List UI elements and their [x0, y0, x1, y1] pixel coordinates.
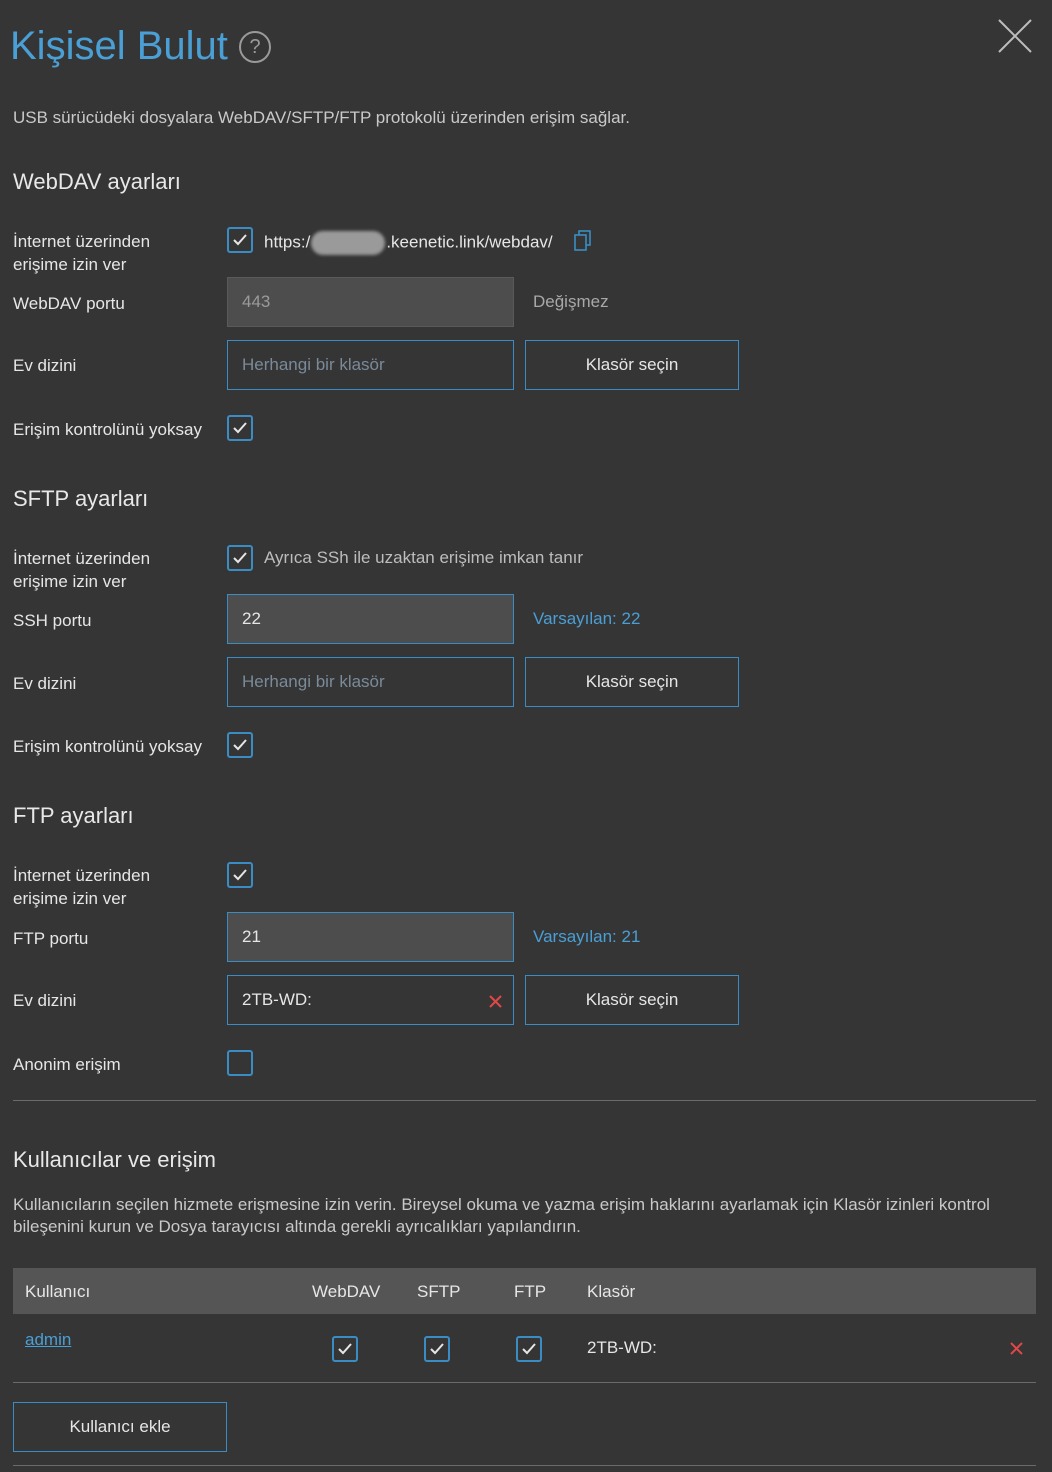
webdav-ignore-acl-checkbox[interactable]: [227, 415, 253, 441]
close-icon[interactable]: [996, 17, 1034, 55]
column-header-ftp: FTP: [514, 1282, 547, 1301]
webdav-url-suffix: .keenetic.link/webdav/: [386, 232, 553, 252]
row-webdav-checkbox[interactable]: [332, 1336, 358, 1362]
row-folder: 2TB-WD:: [587, 1338, 657, 1357]
divider: [13, 1100, 1036, 1101]
column-header-folder: Klasör: [587, 1282, 636, 1301]
webdav-port-label: WebDAV portu: [13, 294, 125, 313]
page-description: USB sürücüdeki dosyalara WebDAV/SFTP/FTP…: [13, 108, 630, 127]
sftp-section-title: SFTP ayarları: [13, 486, 149, 511]
webdav-section-title: WebDAV ayarları: [13, 169, 181, 194]
sftp-internet-access-checkbox[interactable]: [227, 545, 253, 571]
column-header-sftp: SFTP: [417, 1282, 461, 1301]
sftp-internet-access-label: İnternet üzerinden erişime izin ver: [13, 549, 151, 591]
sftp-port-hint: Varsayılan: 22: [533, 609, 641, 628]
add-user-button[interactable]: Kullanıcı ekle: [13, 1402, 227, 1452]
users-description: Kullanıcıların seçilen hizmete erişmesin…: [13, 1195, 990, 1236]
redacted-domain: [311, 231, 386, 255]
column-header-webdav: WebDAV: [312, 1282, 381, 1301]
column-header-user: Kullanıcı: [25, 1282, 91, 1301]
webdav-home-label: Ev dizini: [13, 356, 77, 375]
webdav-select-folder-button[interactable]: Klasör seçin: [525, 340, 739, 390]
webdav-port-hint: Değişmez: [533, 292, 609, 311]
ftp-internet-access-label: İnternet üzerinden erişime izin ver: [13, 866, 151, 908]
ftp-anon-checkbox[interactable]: [227, 1050, 253, 1076]
check-icon: [338, 1343, 352, 1355]
check-icon: [233, 869, 247, 881]
webdav-home-input[interactable]: Herhangi bir klasör: [227, 340, 514, 390]
sftp-port-input[interactable]: 22: [227, 594, 514, 644]
delete-icon[interactable]: [1010, 1342, 1023, 1355]
question-circle-icon[interactable]: ?: [239, 31, 271, 63]
divider: [13, 1382, 1036, 1383]
webdav-url-prefix: https:/: [264, 232, 311, 252]
row-sftp-checkbox[interactable]: [424, 1336, 450, 1362]
webdav-url: https:/ .keenetic.link/webdav/: [264, 231, 553, 255]
clear-icon[interactable]: [489, 995, 502, 1008]
check-icon: [233, 739, 247, 751]
user-link-admin[interactable]: admin: [25, 1330, 71, 1349]
check-icon: [233, 422, 247, 434]
sftp-ignore-acl-checkbox[interactable]: [227, 732, 253, 758]
table-row: admin: [25, 1330, 71, 1350]
copy-icon[interactable]: [573, 230, 593, 252]
users-section-title: Kullanıcılar ve erişim: [13, 1147, 216, 1172]
ftp-anon-label: Anonim erişim: [13, 1055, 121, 1074]
ftp-section-title: FTP ayarları: [13, 803, 134, 828]
webdav-internet-access-label: İnternet üzerinden erişime izin ver: [13, 232, 151, 274]
sftp-home-input[interactable]: Herhangi bir klasör: [227, 657, 514, 707]
sftp-internet-access-note: Ayrıca SSh ile uzaktan erişime imkan tan…: [264, 548, 584, 567]
webdav-port-field: 443: [227, 277, 514, 327]
webdav-ignore-acl-label: Erişim kontrolünü yoksay: [13, 420, 202, 439]
sftp-port-label: SSH portu: [13, 611, 92, 630]
ftp-home-input[interactable]: 2TB-WD:: [227, 975, 514, 1025]
check-icon: [430, 1343, 444, 1355]
ftp-port-input[interactable]: 21: [227, 912, 514, 962]
ftp-port-label: FTP portu: [13, 929, 89, 948]
check-icon: [522, 1343, 536, 1355]
row-ftp-checkbox[interactable]: [516, 1336, 542, 1362]
webdav-internet-access-checkbox[interactable]: [227, 227, 253, 253]
ftp-home-label: Ev dizini: [13, 991, 77, 1010]
sftp-home-label: Ev dizini: [13, 674, 77, 693]
ftp-port-hint: Varsayılan: 21: [533, 927, 641, 946]
divider: [13, 1465, 1036, 1466]
sftp-select-folder-button[interactable]: Klasör seçin: [525, 657, 739, 707]
check-icon: [233, 234, 247, 246]
ftp-internet-access-checkbox[interactable]: [227, 862, 253, 888]
check-icon: [233, 552, 247, 564]
ftp-home-value: 2TB-WD:: [242, 990, 312, 1009]
page-title: Kişisel Bulut: [10, 24, 228, 68]
sftp-ignore-acl-label: Erişim kontrolünü yoksay: [13, 737, 202, 756]
ftp-select-folder-button[interactable]: Klasör seçin: [525, 975, 739, 1025]
